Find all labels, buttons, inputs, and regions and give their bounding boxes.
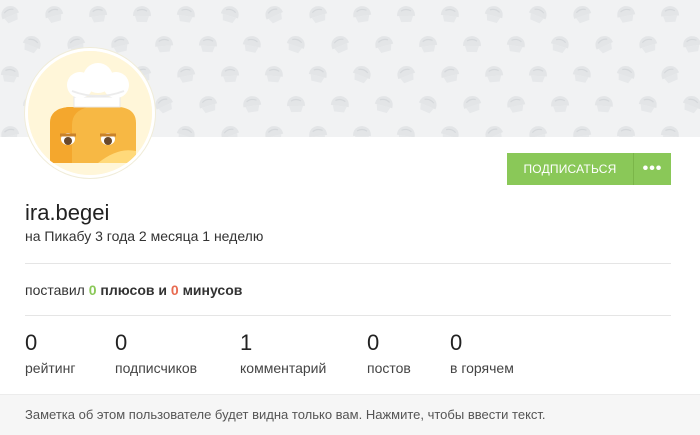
stat-value: 1: [240, 330, 253, 355]
divider: [25, 315, 671, 316]
stat-label: в горячем: [450, 360, 514, 376]
divider: [25, 263, 671, 264]
votes-conj: и: [158, 282, 167, 298]
avatar[interactable]: [25, 48, 155, 178]
plus-word: плюсов: [100, 282, 155, 298]
stat-rating: 0 рейтинг: [25, 330, 75, 376]
votes-prefix: поставил: [25, 282, 85, 298]
stat-label: постов: [367, 360, 411, 376]
stat-value: 0: [25, 330, 38, 355]
stat-label: рейтинг: [25, 360, 76, 376]
ellipsis-icon: •••: [642, 160, 663, 177]
stat-value: 0: [367, 330, 380, 355]
user-note-text: Заметка об этом пользователе будет видна…: [25, 407, 546, 422]
profile-actions: ПОДПИСАТЬСЯ •••: [507, 153, 671, 185]
more-button[interactable]: •••: [634, 153, 671, 185]
vote-summary: поставил 0 плюсов и 0 минусов: [25, 282, 242, 298]
stat-label: комментарий: [240, 360, 327, 376]
stat-subscribers[interactable]: 0 подписчиков: [115, 330, 197, 376]
stat-hot[interactable]: 0 в горячем: [450, 330, 514, 376]
stat-value: 0: [450, 330, 463, 355]
plus-count: 0: [88, 282, 97, 298]
user-note[interactable]: Заметка об этом пользователе будет видна…: [0, 394, 700, 435]
stat-posts[interactable]: 0 постов: [367, 330, 411, 376]
minus-word: минусов: [182, 282, 243, 298]
stat-value: 0: [115, 330, 128, 355]
stat-label: подписчиков: [115, 360, 198, 376]
subscribe-button[interactable]: ПОДПИСАТЬСЯ: [507, 153, 634, 185]
profile-username: ira.begei: [25, 200, 110, 225]
profile-since: на Пикабу 3 года 2 месяца 1 неделю: [25, 228, 264, 244]
chef-cupcake-avatar: [28, 51, 152, 175]
minus-count: 0: [170, 282, 179, 298]
stat-comments[interactable]: 1 комментарий: [240, 330, 326, 376]
